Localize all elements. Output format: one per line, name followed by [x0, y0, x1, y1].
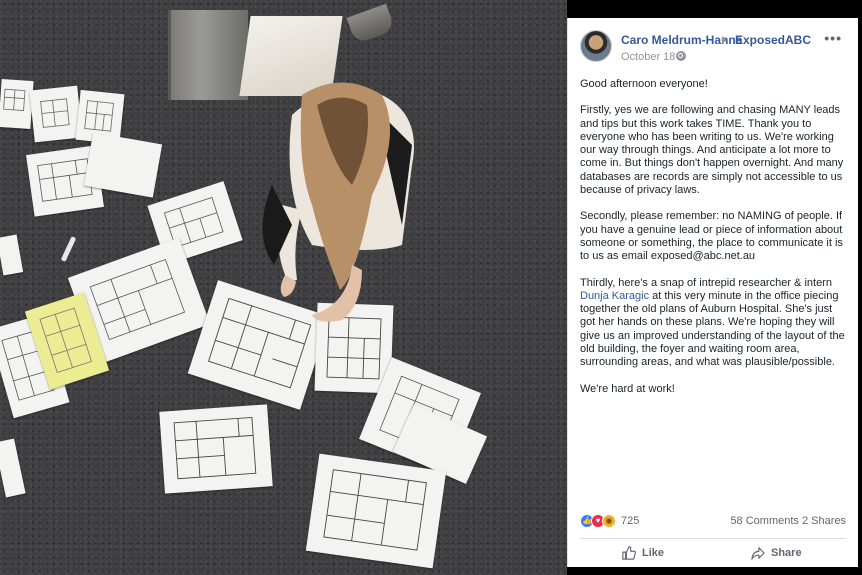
share-arrow-icon	[751, 547, 765, 560]
paragraph: Good afternoon everyone!	[580, 78, 708, 90]
facebook-post: Caro Meldrum-Hanna ExposedABC ••• Octobe…	[567, 18, 858, 567]
more-icon[interactable]: •••	[824, 30, 842, 46]
researcher-figure	[262, 75, 437, 335]
share-label: Share	[771, 547, 802, 559]
floor-plan-sheet	[0, 78, 34, 130]
floor-plan-sheet	[29, 85, 83, 143]
post-date[interactable]: October 18	[621, 51, 675, 63]
like-label: Like	[642, 547, 665, 559]
paragraph: Secondly, please remember: no NAMING of …	[580, 210, 843, 263]
paragraph: Firstly, yes we are following and chasin…	[580, 104, 844, 197]
pen	[60, 236, 77, 262]
globe-icon	[676, 51, 686, 61]
comments-shares-count[interactable]: 58 Comments 2 Shares	[730, 515, 846, 527]
reaction-count[interactable]: 725	[621, 515, 639, 527]
divider	[580, 538, 846, 539]
like-button[interactable]: Like	[622, 542, 664, 564]
thumbs-up-icon	[622, 546, 636, 560]
floor-plan-sheet	[0, 234, 24, 276]
reactions-bar: 👍 ♥ ◉ 725 58 Comments 2 Shares	[580, 514, 846, 530]
floor-plan-sheet	[305, 453, 447, 569]
post-photo[interactable]	[0, 0, 567, 575]
post-header: Caro Meldrum-Hanna ExposedABC ••• Octobe…	[580, 30, 846, 66]
tagged-person-link[interactable]: Dunja Karagic	[580, 290, 649, 302]
post-text: Good afternoon everyone! Firstly, yes we…	[580, 78, 846, 409]
share-button[interactable]: Share	[751, 542, 802, 564]
paragraph: Thirdly, here's a snap of intrepid resea…	[580, 277, 846, 370]
arrow-icon	[722, 36, 727, 44]
paragraph-text: Thirdly, here's a snap of intrepid resea…	[580, 276, 832, 289]
avatar[interactable]	[580, 30, 612, 62]
post-actions: Like Share	[580, 542, 846, 564]
paragraph: We're hard at work!	[580, 382, 675, 395]
floor-plan-sheet	[159, 404, 273, 494]
floor-plan-sheet	[0, 438, 26, 498]
filing-cabinet	[168, 10, 248, 100]
page-name[interactable]: ExposedABC	[735, 33, 811, 47]
wow-reaction-icon[interactable]: ◉	[602, 514, 616, 528]
chair-leg	[346, 3, 396, 45]
